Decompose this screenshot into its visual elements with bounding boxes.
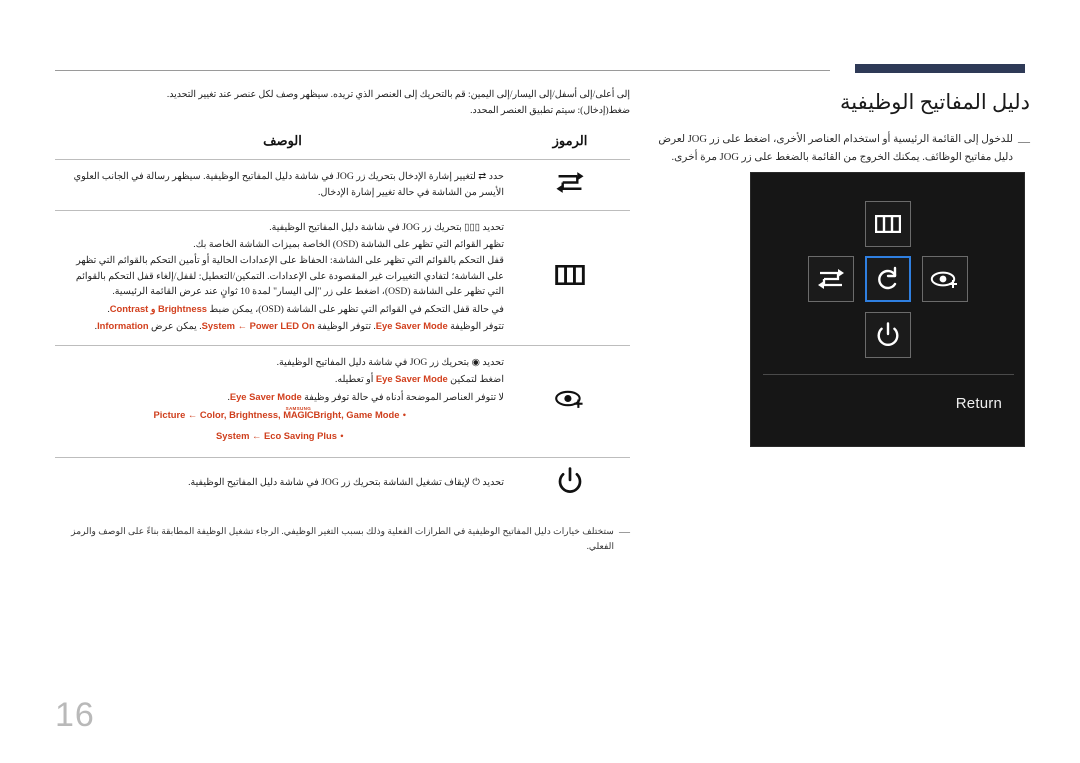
row-symbol-menu <box>510 265 630 290</box>
bullet-dot: • <box>340 431 344 442</box>
emphasis-text: Brightness و Contrast <box>109 302 207 314</box>
osd-key-menu[interactable] <box>865 201 911 247</box>
row-line: قفل التحكم بالقوائم التي تظهر على الشاشة… <box>75 255 504 298</box>
power-icon <box>876 322 900 348</box>
menu-icon <box>875 215 901 233</box>
row-highlight-line: في حالة قفل التحكم في القوائم التي تظهر … <box>107 302 504 315</box>
note-dash-marker: ― <box>1018 134 1030 149</box>
table-row: تحديد ◉ بتحريك زر JOG في شاشة دليل المفا… <box>55 344 630 457</box>
list-item: • Picture ← Color, Brightness, SAMSUNG MAG… <box>59 407 504 424</box>
unavailable-items-list: • Picture ← Color, Brightness, SAMSUNG MAG… <box>59 407 504 444</box>
row-description: تحديد ◉ بتحريك زر JOG في شاشة دليل المفا… <box>55 355 510 448</box>
table-header-row: الرموز الوصف <box>55 132 630 159</box>
row-line: تحديد ◉ بتحريك زر JOG في شاشة دليل المفا… <box>276 356 504 368</box>
bullet-text-before: Picture ← Color, Brightness, <box>153 409 284 421</box>
bullet-text: System ← Eco Saving Plus <box>216 429 337 441</box>
table-row: تحديد ▯▯▯ بتحريك زر JOG في شاشة دليل الم… <box>55 210 630 345</box>
footer-note: ― ستختلف خيارات دليل المفاتيح الوظيفية ف… <box>55 524 630 553</box>
header-divider-left <box>55 70 830 71</box>
list-item: •System ← Eco Saving Plus <box>59 428 504 445</box>
header-accent-bar <box>855 64 1025 73</box>
table-header-description: الوصف <box>263 132 302 148</box>
return-icon <box>875 266 901 292</box>
table-row: تحديد ⏻ لإيقاف تشغيل الشاشة بتحريك زر JO… <box>55 456 630 509</box>
osd-key-eye-saver[interactable] <box>922 256 968 302</box>
row-line: تظهر القوائم التي تظهر على الشاشة (OSD) … <box>193 238 504 250</box>
osd-key-return[interactable] <box>865 256 911 302</box>
row-description: حدد ⇄ لتغيير إشارة الإدخال بتحريك زر JOG… <box>55 169 510 201</box>
row-highlight-line: لا تتوفر العناصر الموضحة أدناه في حالة ت… <box>227 390 504 403</box>
osd-separator <box>763 374 1014 375</box>
header-block: دليل المفاتيح الوظيفية ― للدخول إلى القا… <box>640 88 1030 166</box>
emphasis-text: Eye Saver Mode <box>375 320 448 332</box>
header-note: ― للدخول إلى القائمة الرئيسية أو استخدام… <box>640 131 1030 166</box>
osd-key-source[interactable] <box>808 256 854 302</box>
intro-line-2: ضغط(إدخال): سيتم تطبيق العنصر المحدد. <box>470 105 630 116</box>
source-icon <box>555 170 585 200</box>
document-page: دليل المفاتيح الوظيفية ― للدخول إلى القا… <box>0 0 1080 763</box>
table-row: حدد ⇄ لتغيير إشارة الإدخال بتحريك زر JOG… <box>55 158 630 210</box>
osd-key-pad <box>751 173 1026 373</box>
source-icon <box>817 267 845 291</box>
row-highlight-line: اضغط لتمكين Eye Saver Mode أو تعطيله. <box>334 373 504 386</box>
row-line: حدد ⇄ لتغيير إشارة الإدخال بتحريك زر JOG… <box>73 170 504 198</box>
bullet-text-after: Bright, Game Mode <box>313 409 400 421</box>
row-highlight-line: تتوفر الوظيفة Eye Saver Mode. تتوفر الوظ… <box>94 320 504 333</box>
samsung-magic-logo: SAMSUNG MAGIC <box>283 406 314 421</box>
power-icon <box>557 467 583 500</box>
osd-key-power[interactable] <box>865 312 911 358</box>
bullet-dot: • <box>402 411 407 422</box>
footer-dash-marker: ― <box>619 526 630 538</box>
row-symbol-source <box>510 170 630 200</box>
function-key-table: إلى أعلى/إلى أسفل/إلى اليسار/إلى اليمين:… <box>55 90 630 509</box>
emphasis-text: Eye Saver Mode <box>229 390 302 402</box>
page-title: دليل المفاتيح الوظيفية <box>840 90 1030 114</box>
page-number: 16 <box>55 696 95 734</box>
eye-saver-icon <box>554 387 586 415</box>
row-symbol-power <box>510 467 630 500</box>
footer-note-text: ستختلف خيارات دليل المفاتيح الوظيفية في … <box>71 526 614 551</box>
row-description: تحديد ⏻ لإيقاف تشغيل الشاشة بتحريك زر JO… <box>55 475 510 492</box>
eye-saver-icon <box>930 268 960 290</box>
emphasis-text: System ← Power LED On <box>201 320 315 332</box>
table-intro: إلى أعلى/إلى أسفل/إلى اليسار/إلى اليمين:… <box>55 88 630 120</box>
row-line: تحديد ▯▯▯ بتحريك زر JOG في شاشة دليل الم… <box>269 222 504 234</box>
osd-return-label: Return <box>955 395 1002 412</box>
table-header-symbols: الرموز <box>552 132 588 148</box>
row-description: تحديد ▯▯▯ بتحريك زر JOG في شاشة دليل الم… <box>55 220 510 336</box>
osd-function-key-guide-panel: Return <box>750 172 1025 447</box>
header-note-text: للدخول إلى القائمة الرئيسية أو استخدام ا… <box>658 134 1013 163</box>
intro-line-1: إلى أعلى/إلى أسفل/إلى اليسار/إلى اليمين:… <box>166 90 630 100</box>
emphasis-text: Information <box>97 320 149 332</box>
menu-icon <box>555 265 585 290</box>
row-line: تحديد ⏻ لإيقاف تشغيل الشاشة بتحريك زر JO… <box>188 477 504 489</box>
row-symbol-eye-saver <box>510 387 630 415</box>
emphasis-text: Eye Saver Mode <box>375 373 448 385</box>
